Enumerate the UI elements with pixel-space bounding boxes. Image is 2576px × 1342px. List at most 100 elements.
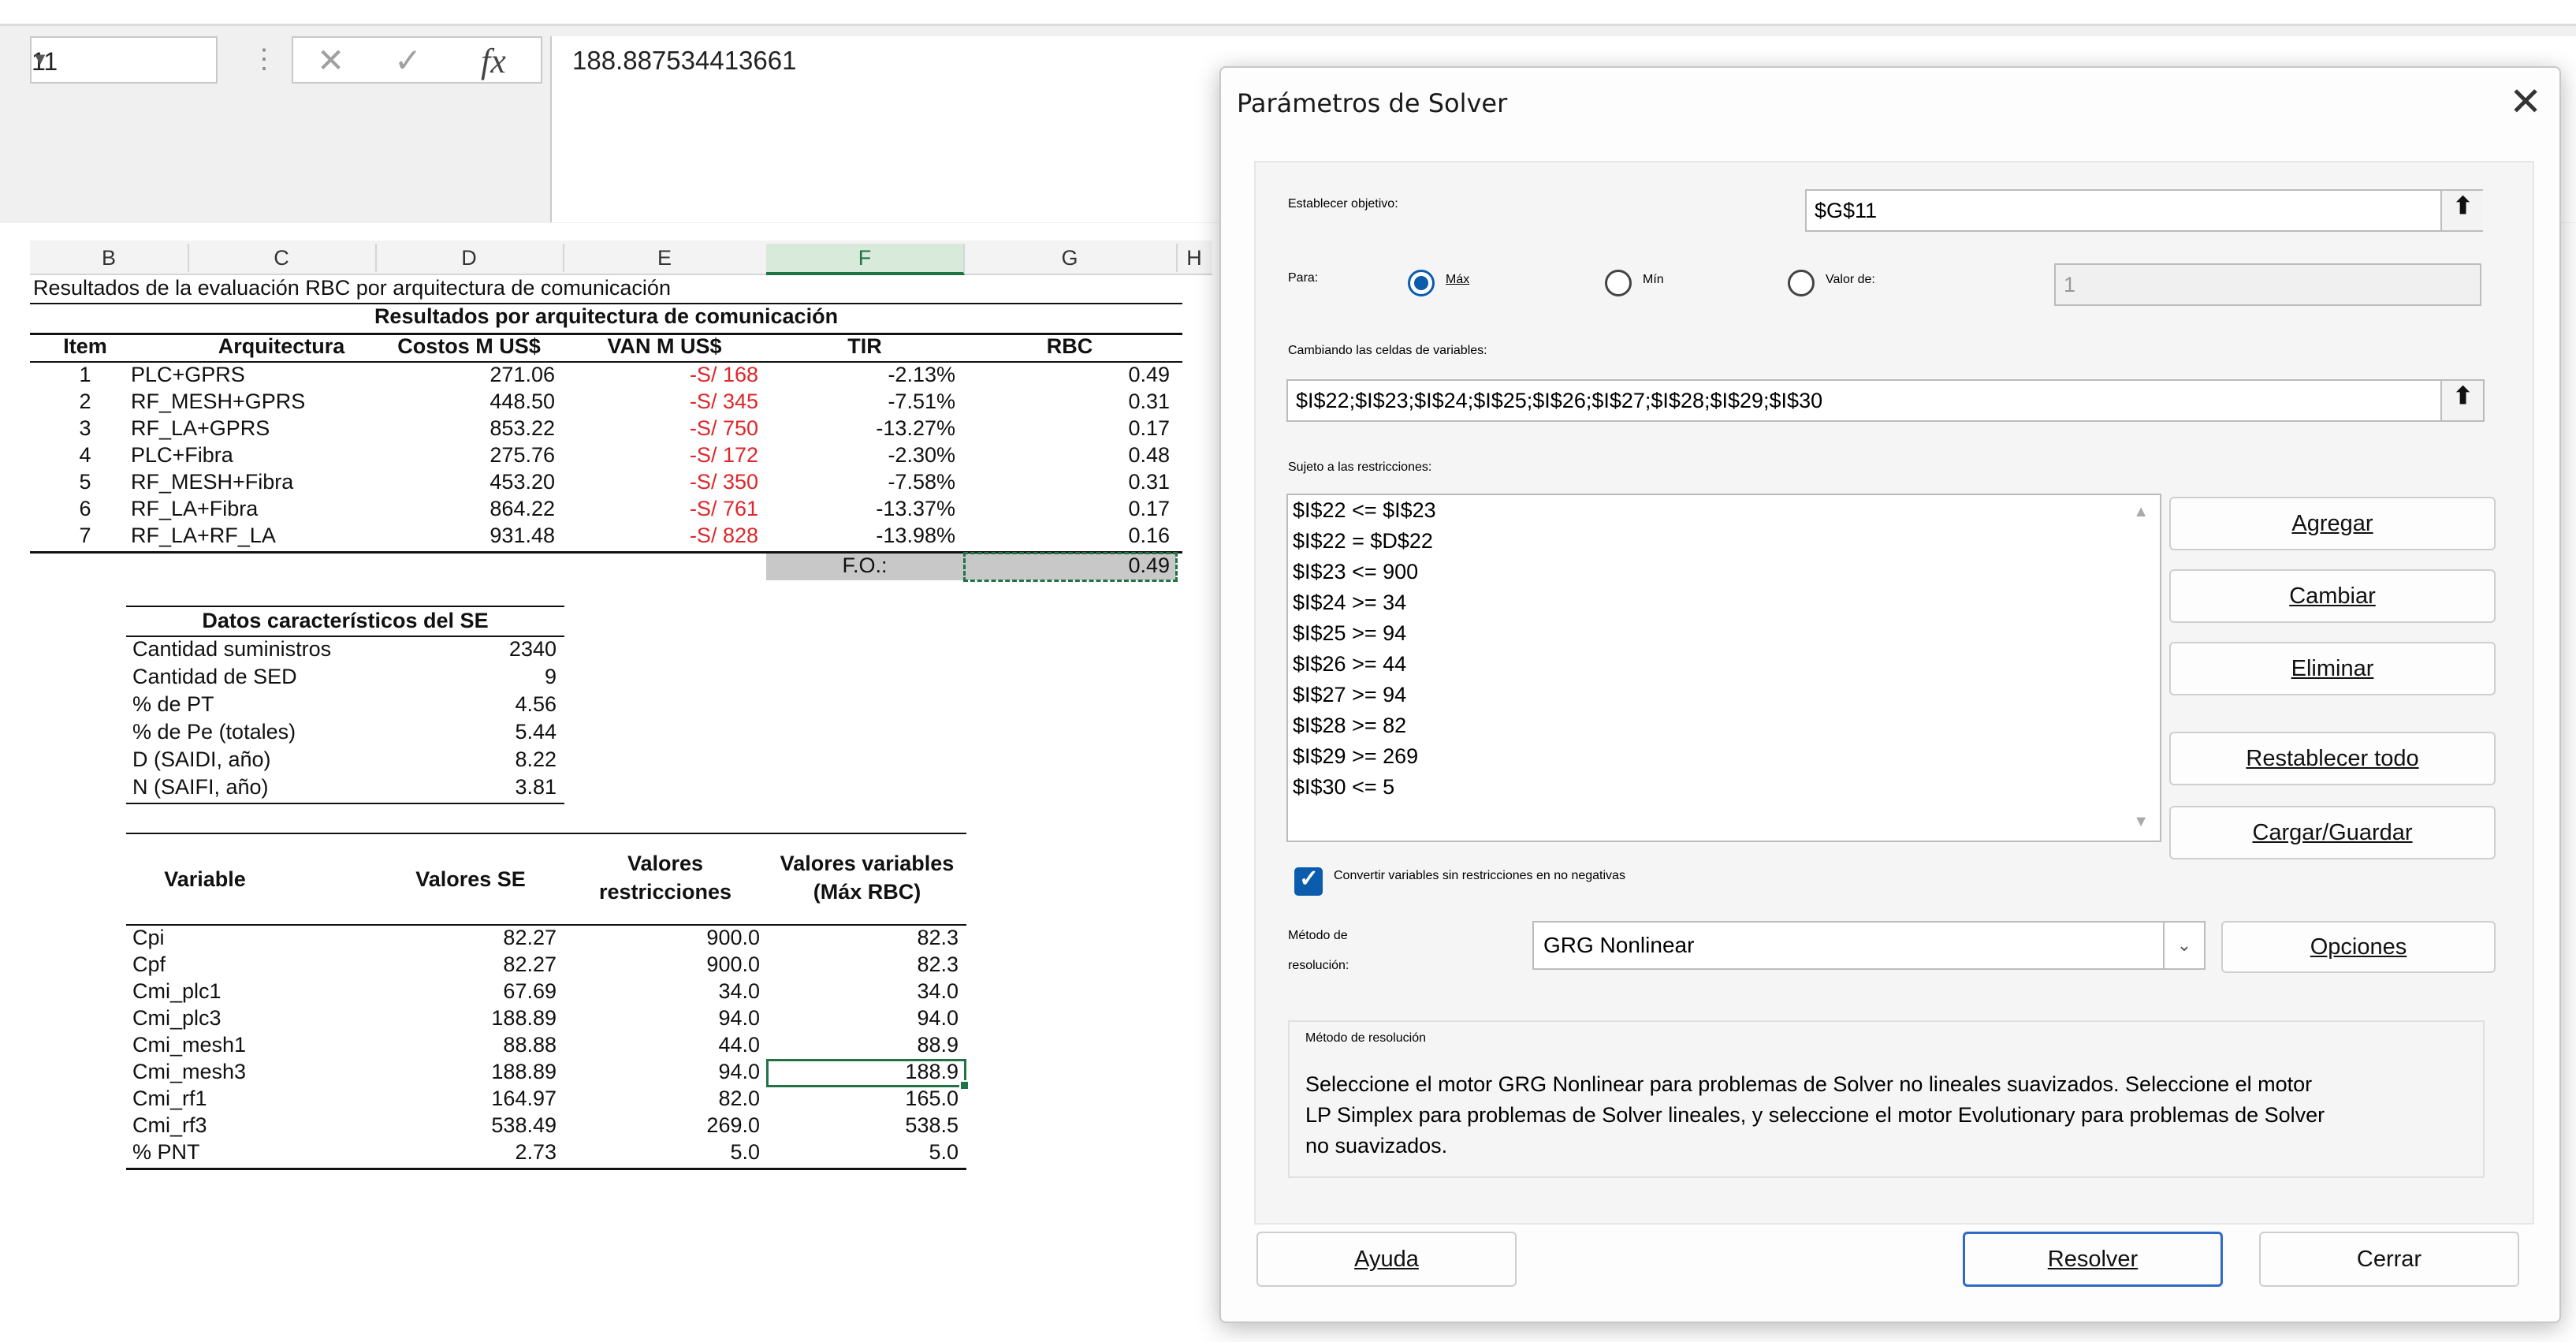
- table-cell[interactable]: 34.0: [766, 979, 959, 1004]
- list-item[interactable]: $I$30 <= 5: [1293, 775, 1394, 800]
- table-cell[interactable]: 188.89: [377, 1060, 557, 1084]
- change-constraint-button[interactable]: Cambiar: [2169, 569, 2496, 623]
- table-cell[interactable]: 275.76: [375, 443, 555, 468]
- table-cell[interactable]: % de Pe (totales): [132, 720, 296, 744]
- table-cell[interactable]: RF_MESH+GPRS: [131, 390, 305, 414]
- table-cell[interactable]: 94.0: [564, 1060, 760, 1084]
- table-cell[interactable]: 900.0: [564, 926, 760, 950]
- table-cell[interactable]: 82.0: [564, 1087, 760, 1111]
- sheet-title[interactable]: Resultados de la evaluación RBC por arqu…: [33, 276, 671, 300]
- table3-col-restricciones[interactable]: restricciones: [564, 880, 766, 904]
- table-cell[interactable]: -S/ 750: [563, 416, 758, 441]
- list-item[interactable]: $I$23 <= 900: [1293, 560, 1418, 584]
- load-save-button[interactable]: Cargar/Guardar: [2169, 806, 2496, 859]
- table-cell[interactable]: 271.06: [375, 363, 555, 387]
- add-constraint-button[interactable]: Agregar: [2169, 497, 2496, 550]
- options-button[interactable]: Opciones: [2221, 921, 2496, 973]
- table2-header[interactable]: Datos característicos del SE: [126, 609, 564, 633]
- table-cell[interactable]: Cmi_rf1: [132, 1087, 207, 1111]
- table-cell[interactable]: 853.22: [375, 416, 555, 441]
- table1-col-tir[interactable]: TIR: [766, 334, 963, 359]
- table-cell[interactable]: 0.31: [963, 390, 1170, 414]
- table-cell[interactable]: -2.13%: [766, 363, 955, 387]
- valor-input[interactable]: 1: [2054, 263, 2481, 306]
- list-item[interactable]: $I$29 >= 269: [1293, 744, 1418, 769]
- table-cell[interactable]: 88.88: [377, 1033, 557, 1057]
- table1-col-van[interactable]: VAN M US$: [563, 334, 766, 359]
- table-cell[interactable]: Cmi_mesh3: [132, 1060, 246, 1084]
- table-cell[interactable]: 2340: [377, 637, 557, 662]
- table-cell[interactable]: Cmi_mesh1: [132, 1033, 246, 1057]
- table-cell[interactable]: 538.5: [766, 1113, 959, 1138]
- table-cell[interactable]: 4: [46, 443, 125, 468]
- table-cell[interactable]: % PNT: [132, 1140, 200, 1165]
- table-cell[interactable]: 5.44: [377, 720, 557, 744]
- radio-max-label[interactable]: Máx: [1446, 273, 1469, 287]
- table-cell[interactable]: 931.48: [375, 524, 555, 548]
- table-cell[interactable]: -13.37%: [766, 497, 955, 521]
- method-select[interactable]: GRG Nonlinear ⌄: [1532, 921, 2206, 970]
- table-cell[interactable]: 34.0: [564, 979, 760, 1004]
- chevron-down-icon[interactable]: ▼: [32, 49, 205, 69]
- table-cell[interactable]: RF_LA+GPRS: [131, 416, 270, 441]
- table-cell[interactable]: 0.17: [963, 497, 1170, 521]
- constraints-list[interactable]: $I$22 <= $I$23 $I$22 = $D$22 $I$23 <= 90…: [1286, 494, 2161, 842]
- help-button[interactable]: Ayuda: [1256, 1232, 1517, 1287]
- close-button[interactable]: Cerrar: [2259, 1232, 2519, 1287]
- insert-function-icon[interactable]: fx: [481, 41, 506, 81]
- table-cell[interactable]: -S/ 350: [563, 470, 758, 494]
- scroll-up-icon[interactable]: ▲: [2133, 503, 2149, 521]
- delete-constraint-button[interactable]: Eliminar: [2169, 642, 2496, 695]
- table-cell[interactable]: -2.30%: [766, 443, 955, 468]
- nonneg-checkbox[interactable]: [1294, 865, 1323, 896]
- table-cell[interactable]: 2.73: [377, 1140, 557, 1165]
- table-cell[interactable]: Cmi_plc1: [132, 979, 221, 1004]
- table-cell[interactable]: D (SAIDI, año): [132, 747, 271, 772]
- table-cell[interactable]: 9: [377, 665, 557, 689]
- table-cell[interactable]: -13.98%: [766, 524, 955, 548]
- table-cell[interactable]: 6: [46, 497, 125, 521]
- table-cell[interactable]: 94.0: [766, 1006, 959, 1031]
- table-cell[interactable]: RF_LA+Fibra: [131, 497, 258, 521]
- table-cell[interactable]: 82.3: [766, 926, 959, 950]
- table-cell[interactable]: 538.49: [377, 1113, 557, 1138]
- name-box[interactable]: 11 ▼: [30, 36, 218, 84]
- list-item[interactable]: $I$27 >= 94: [1293, 683, 1406, 707]
- table3-col-valores-variables[interactable]: Valores variables: [766, 852, 968, 876]
- table-cell[interactable]: PLC+GPRS: [131, 363, 245, 387]
- column-header-g[interactable]: G: [963, 244, 1178, 272]
- table-cell[interactable]: 3: [46, 416, 125, 441]
- table-cell[interactable]: -13.27%: [766, 416, 955, 441]
- more-options-icon[interactable]: ⋮: [251, 43, 277, 75]
- table-cell[interactable]: 67.69: [377, 979, 557, 1004]
- list-item[interactable]: $I$25 >= 94: [1293, 621, 1406, 646]
- close-icon[interactable]: ✕: [2509, 79, 2542, 125]
- column-header-b[interactable]: B: [30, 244, 189, 272]
- table-cell[interactable]: RF_LA+RF_LA: [131, 524, 276, 548]
- list-item[interactable]: $I$22 <= $I$23: [1293, 498, 1436, 523]
- table-cell[interactable]: 5.0: [564, 1140, 760, 1165]
- table-cell[interactable]: N (SAIFI, año): [132, 775, 269, 800]
- table-cell[interactable]: 44.0: [564, 1033, 760, 1057]
- table-cell[interactable]: 164.97: [377, 1087, 557, 1111]
- worksheet[interactable]: Resultados de la evaluación RBC por arqu…: [30, 276, 1212, 1262]
- table-cell[interactable]: 0.48: [963, 443, 1170, 468]
- table-cell[interactable]: 188.89: [377, 1006, 557, 1031]
- table-cell[interactable]: -S/ 172: [563, 443, 758, 468]
- table-cell[interactable]: Cantidad suministros: [132, 637, 331, 662]
- table-cell[interactable]: 5: [46, 470, 125, 494]
- table-cell[interactable]: RF_MESH+Fibra: [131, 470, 293, 494]
- table-cell[interactable]: 0.49: [963, 363, 1170, 387]
- table3-col-valores[interactable]: Valores: [564, 852, 766, 876]
- table-cell[interactable]: 269.0: [564, 1113, 760, 1138]
- column-header-d[interactable]: D: [375, 244, 564, 272]
- table3-col-valores-se[interactable]: Valores SE: [377, 867, 564, 892]
- table1-col-arquitectura[interactable]: Arquitectura: [188, 334, 375, 359]
- table1-col-item[interactable]: Item: [46, 334, 125, 359]
- table-cell[interactable]: 82.27: [377, 926, 557, 950]
- radio-max[interactable]: [1408, 270, 1435, 296]
- column-header-h[interactable]: H: [1176, 244, 1212, 272]
- check-icon[interactable]: ✓: [394, 41, 422, 80]
- table-cell[interactable]: 94.0: [564, 1006, 760, 1031]
- objective-ref-button[interactable]: ⬆: [2440, 191, 2483, 230]
